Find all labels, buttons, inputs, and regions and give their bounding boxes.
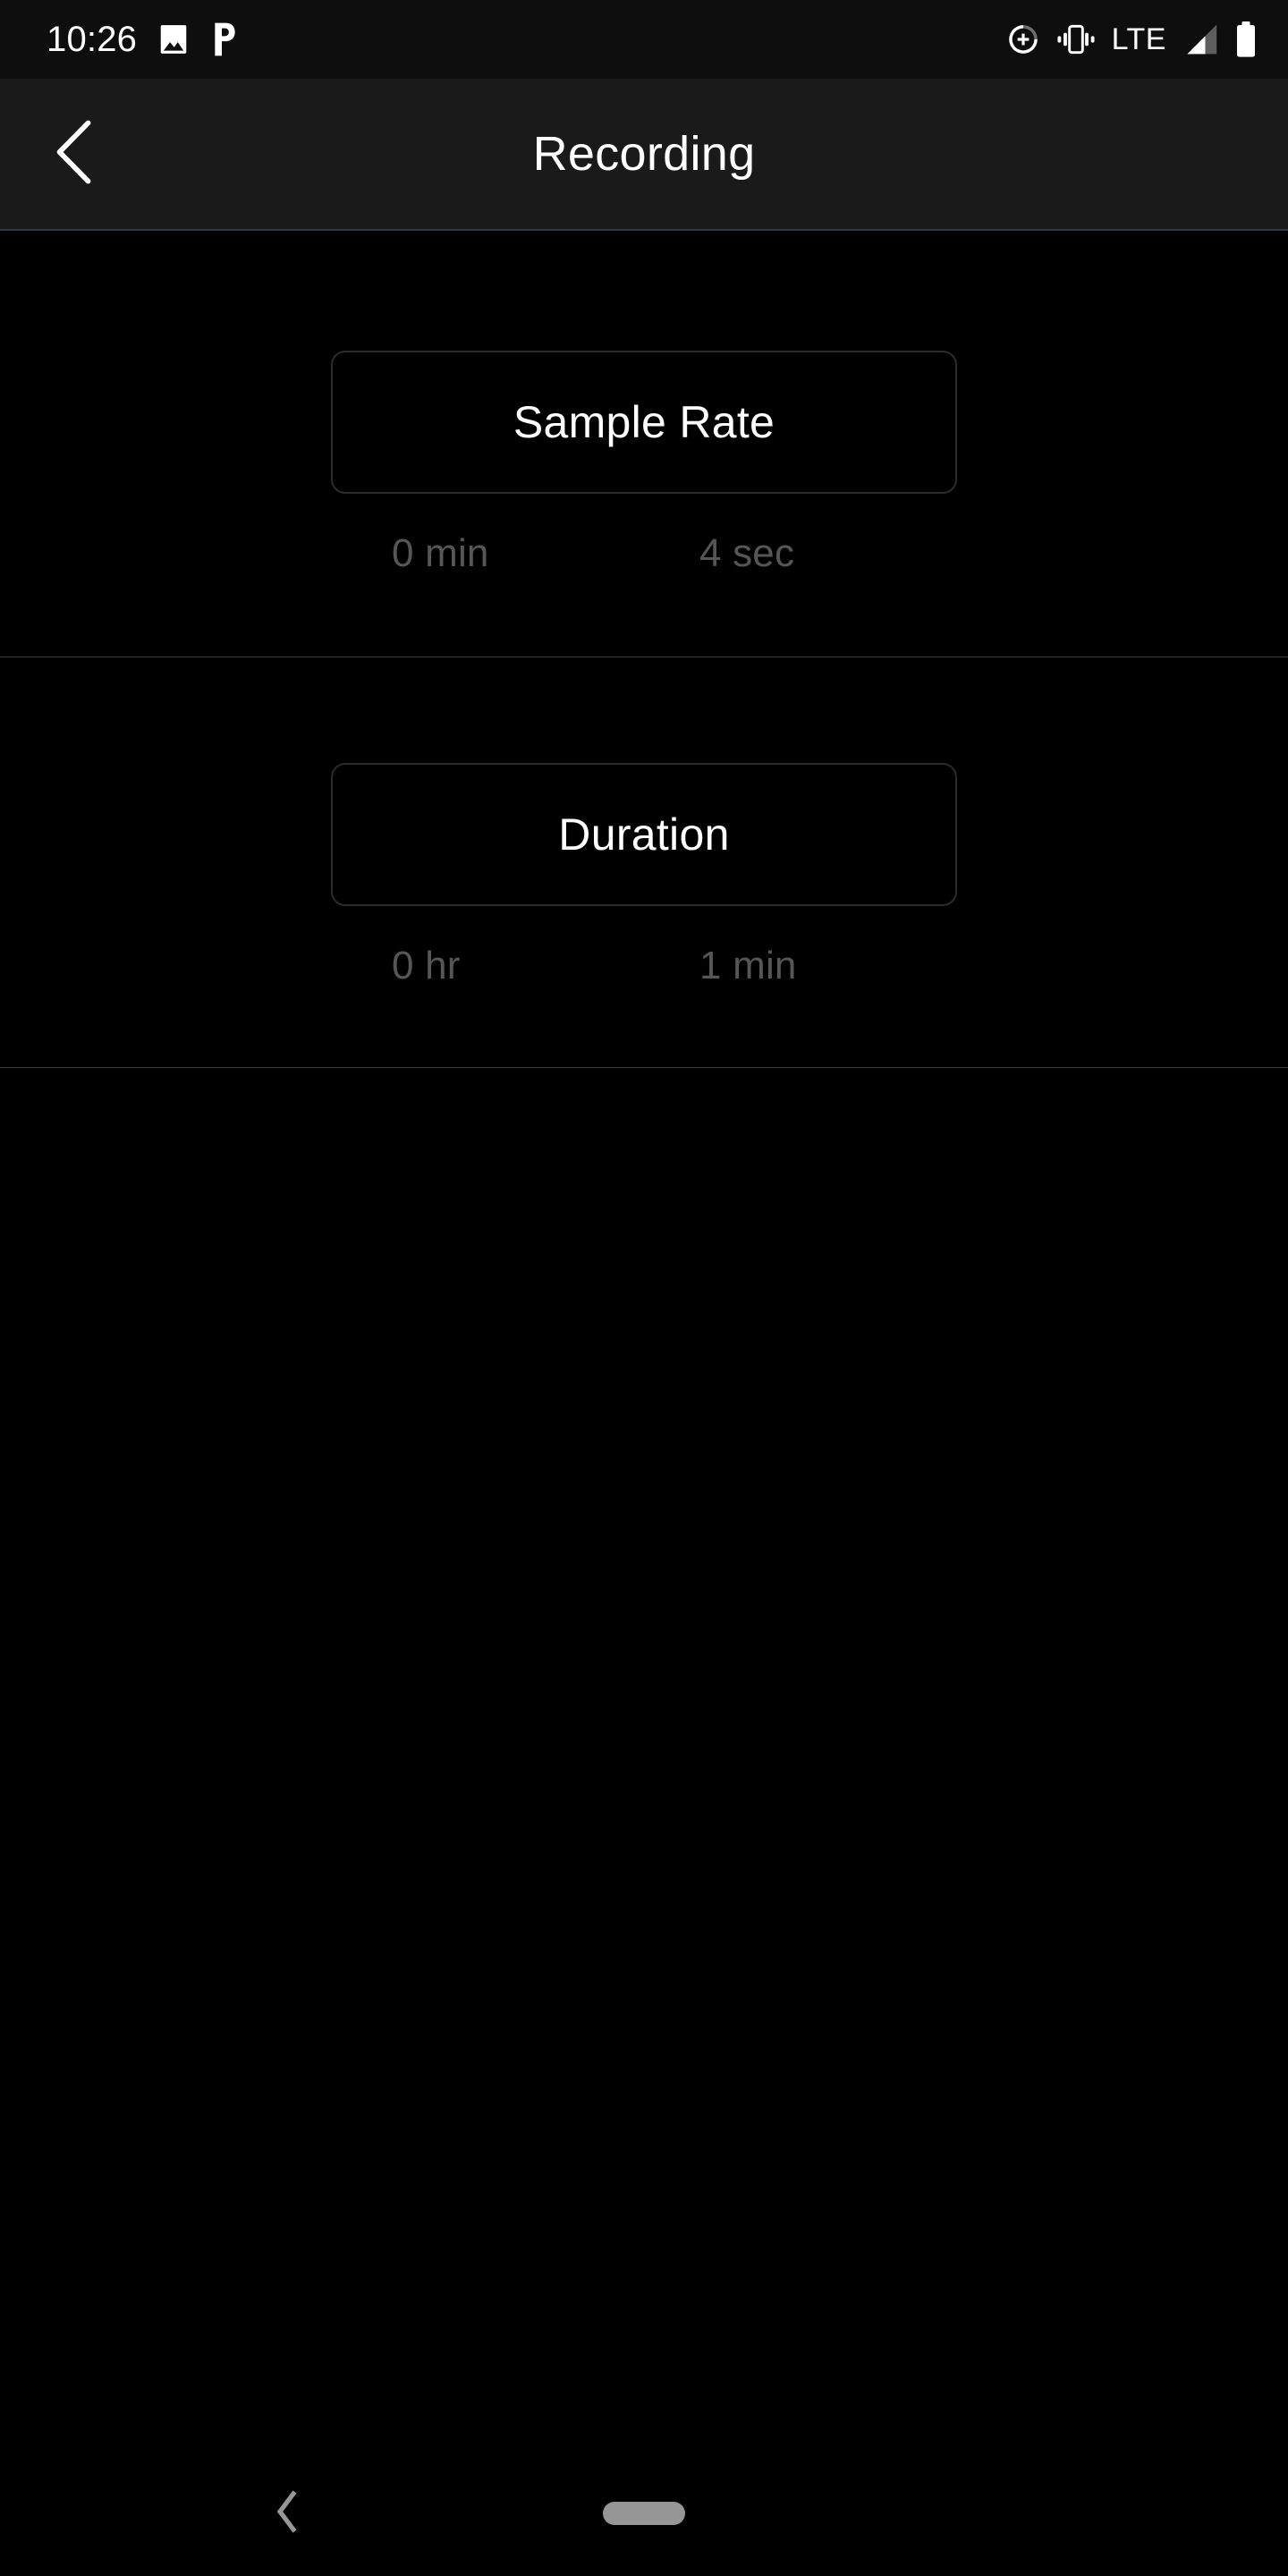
network-type-label: LTE [1112, 24, 1166, 55]
chevron-left-icon [51, 118, 101, 191]
duration-hours-value[interactable]: 0 hr [331, 944, 644, 988]
signal-bars-icon [1182, 22, 1218, 56]
photo-icon [157, 22, 191, 56]
back-button[interactable] [27, 105, 125, 203]
status-bar-clock: 10:26 [47, 20, 138, 59]
status-bar: 10:26 LTE [0, 0, 1288, 79]
duration-minutes-value[interactable]: 1 min [644, 944, 957, 988]
status-bar-left-group: 10:26 [47, 21, 241, 57]
home-pill-handle[interactable] [603, 2502, 685, 2525]
system-navigation-bar [0, 2451, 1288, 2576]
nav-back-button[interactable] [247, 2473, 327, 2554]
sample-rate-button[interactable]: Sample Rate [331, 351, 957, 494]
setting-row-sample-rate: Sample Rate 0 min 4 sec [0, 233, 1288, 657]
sample-rate-seconds-value[interactable]: 4 sec [644, 531, 957, 576]
duration-button[interactable]: Duration [331, 763, 957, 906]
phone-screen: 10:26 LTE Recording Sample Rate 0 min 4 … [0, 0, 1288, 2576]
data-saver-add-circle-icon [1006, 22, 1040, 56]
settings-list: Sample Rate 0 min 4 sec Duration 0 hr 1 … [0, 233, 1288, 2576]
vibrate-icon [1056, 24, 1096, 55]
sample-rate-minutes-value[interactable]: 0 min [331, 531, 644, 576]
status-bar-right-group: LTE [1006, 21, 1258, 57]
page-title: Recording [532, 127, 756, 181]
chevron-left-icon [272, 2489, 302, 2538]
sample-rate-values: 0 min 4 sec [331, 531, 957, 576]
setting-row-duration: Duration 0 hr 1 min [0, 657, 1288, 1068]
app-bar: Recording [0, 79, 1288, 231]
pandora-p-icon [210, 21, 241, 57]
network-type-text: LTE [1111, 22, 1166, 56]
battery-icon [1234, 21, 1258, 57]
duration-values: 0 hr 1 min [331, 944, 957, 988]
